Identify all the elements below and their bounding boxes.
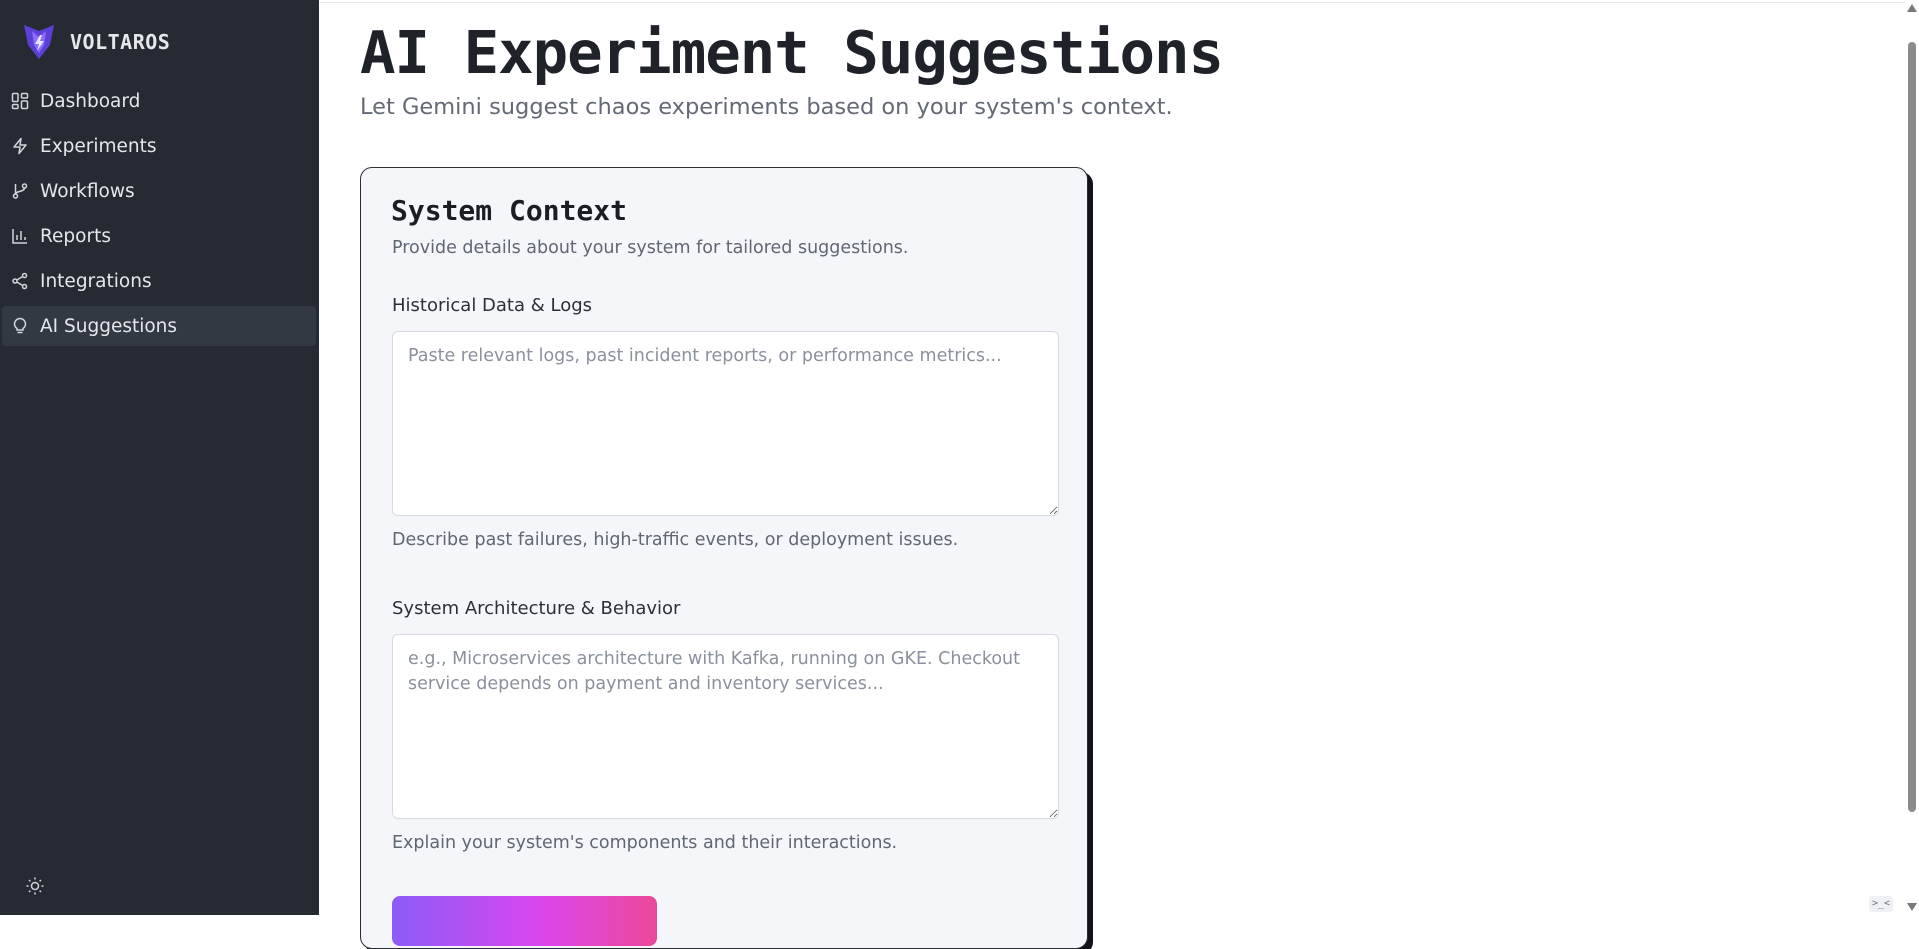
sidebar-item-label: AI Suggestions: [40, 315, 178, 337]
architecture-textarea[interactable]: [392, 634, 1059, 819]
scroll-thumb[interactable]: [1908, 42, 1916, 812]
historical-data-help: Describe past failures, high-traffic eve…: [392, 530, 959, 550]
share-icon: [11, 272, 29, 290]
lightbulb-icon: [11, 317, 29, 335]
historical-data-textarea[interactable]: [392, 331, 1059, 516]
sidebar-item-ai-suggestions[interactable]: AI Suggestions: [2, 306, 316, 346]
zap-icon: [11, 137, 29, 155]
page-subtitle: Let Gemini suggest chaos experiments bas…: [360, 94, 1173, 120]
brand-name: VOLTAROS: [70, 30, 171, 54]
sidebar-item-integrations[interactable]: Integrations: [2, 261, 316, 301]
bar-chart-icon: [11, 227, 29, 245]
main-content: AI Experiment Suggestions Let Gemini sug…: [319, 0, 1919, 949]
sidebar-item-label: Experiments: [40, 135, 157, 157]
card-title: System Context: [391, 194, 628, 227]
scroll-up-arrow-icon[interactable]: [1907, 4, 1917, 12]
historical-data-label: Historical Data & Logs: [392, 295, 593, 316]
sidebar-item-workflows[interactable]: Workflows: [2, 171, 316, 211]
sun-icon: [26, 877, 44, 895]
devtools-icon[interactable]: >_<: [1869, 896, 1893, 912]
dashboard-grid-icon: [11, 92, 29, 110]
git-branch-icon: [11, 182, 29, 200]
scroll-down-arrow-icon[interactable]: [1907, 903, 1917, 911]
page-title: AI Experiment Suggestions: [360, 18, 1224, 87]
sidebar-item-label: Workflows: [40, 180, 135, 202]
sidebar: VOLTAROS Dashboard Experiments Workflows…: [0, 0, 319, 915]
architecture-help: Explain your system's components and the…: [392, 833, 898, 853]
card-description: Provide details about your system for ta…: [392, 238, 909, 258]
brand[interactable]: VOLTAROS: [22, 20, 170, 64]
page-scrollbar[interactable]: [1905, 0, 1919, 915]
theme-toggle-button[interactable]: [25, 876, 45, 896]
sidebar-item-dashboard[interactable]: Dashboard: [2, 81, 316, 121]
sidebar-item-label: Dashboard: [40, 90, 141, 112]
header-divider: [319, 2, 1905, 3]
generate-suggestions-button[interactable]: [392, 896, 657, 946]
architecture-label: System Architecture & Behavior: [392, 598, 681, 619]
sidebar-item-label: Integrations: [40, 270, 152, 292]
sidebar-item-reports[interactable]: Reports: [2, 216, 316, 256]
system-context-card: System Context Provide details about you…: [360, 167, 1088, 949]
sidebar-nav: Dashboard Experiments Workflows Reports …: [2, 81, 316, 351]
sidebar-item-experiments[interactable]: Experiments: [2, 126, 316, 166]
voltaros-logo-icon: [24, 25, 54, 59]
sidebar-item-label: Reports: [40, 225, 111, 247]
